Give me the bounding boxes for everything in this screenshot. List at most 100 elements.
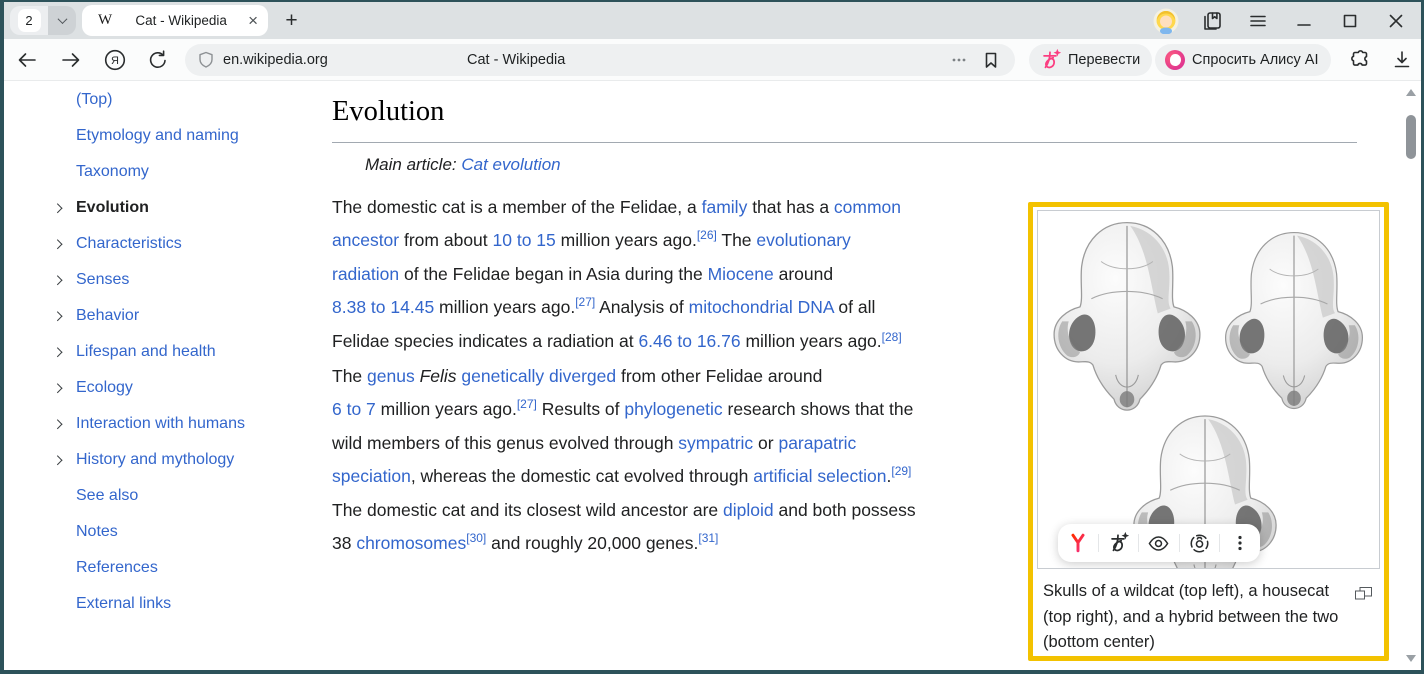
scrollbar-thumb[interactable]: [1406, 115, 1416, 159]
back-arrow-icon[interactable]: [12, 45, 42, 75]
toc-link[interactable]: History and mythology: [76, 451, 234, 469]
wiki-link[interactable]: speciation: [332, 466, 411, 486]
toc-item-behavior[interactable]: Behavior: [52, 298, 312, 334]
reference-link[interactable]: [29]: [891, 464, 911, 478]
enlarge-icon[interactable]: [1355, 583, 1372, 609]
translate-button[interactable]: Перевести: [1029, 44, 1152, 76]
scrollbar[interactable]: [1403, 81, 1420, 670]
toc-item-lifespan-and-health[interactable]: Lifespan and health: [52, 334, 312, 370]
wiki-link[interactable]: evolutionary: [756, 230, 850, 250]
toc-link[interactable]: Ecology: [76, 379, 133, 397]
chevron-right-icon[interactable]: [52, 457, 76, 464]
toc-item-history-and-mythology[interactable]: History and mythology: [52, 442, 312, 478]
toc-link[interactable]: Behavior: [76, 307, 139, 325]
new-tab-button[interactable]: +: [276, 5, 307, 36]
toc-link[interactable]: (Top): [76, 91, 112, 109]
ask-alice-button[interactable]: Спросить Алису AI: [1155, 44, 1331, 76]
wiki-link[interactable]: radiation: [332, 264, 399, 284]
toc-item-ecology[interactable]: Ecology: [52, 370, 312, 406]
skulls-image[interactable]: [1037, 210, 1380, 569]
translate-image-icon[interactable]: [1105, 530, 1131, 556]
refresh-icon[interactable]: [143, 45, 173, 75]
toc-item-characteristics[interactable]: Characteristics: [52, 226, 312, 262]
wiki-link[interactable]: sympatric: [678, 433, 753, 453]
chevron-right-icon[interactable]: [52, 385, 76, 392]
toc-list: (Top) Etymology and naming Taxonomy Evoluti…: [52, 82, 312, 622]
toc-item-references[interactable]: References: [52, 550, 312, 586]
panels-icon[interactable]: [1199, 8, 1225, 34]
yandex-logo-icon[interactable]: Я: [100, 45, 130, 75]
toc-link[interactable]: Taxonomy: [76, 163, 149, 181]
chevron-down-icon[interactable]: [48, 6, 76, 35]
image-search-icon[interactable]: [1187, 530, 1213, 556]
chevron-right-icon[interactable]: [52, 205, 76, 212]
wiki-link[interactable]: phylogenetic: [624, 399, 722, 419]
chevron-right-icon[interactable]: [52, 277, 76, 284]
bookmark-icon[interactable]: [981, 50, 1001, 70]
toc-item-senses[interactable]: Senses: [52, 262, 312, 298]
reference-link[interactable]: [27]: [575, 295, 595, 309]
toc-link[interactable]: Characteristics: [76, 235, 182, 253]
kebab-menu-icon[interactable]: [1227, 530, 1253, 556]
more-icon[interactable]: [949, 50, 969, 70]
toc-link[interactable]: Etymology and naming: [76, 127, 239, 145]
reference-link[interactable]: [28]: [882, 330, 902, 344]
wiki-link[interactable]: common: [834, 197, 901, 217]
toc-item-see-also[interactable]: See also: [52, 478, 312, 514]
toc-link[interactable]: Notes: [76, 523, 118, 541]
wiki-link[interactable]: chromosomes: [356, 533, 466, 553]
chevron-right-icon[interactable]: [52, 241, 76, 248]
extensions-puzzle-icon[interactable]: [1344, 45, 1374, 75]
toc-link[interactable]: Evolution: [76, 199, 149, 217]
close-icon[interactable]: [1383, 8, 1409, 34]
toc-link[interactable]: Senses: [76, 271, 129, 289]
scroll-down-icon[interactable]: [1406, 655, 1416, 662]
yandex-logo-icon[interactable]: [1065, 530, 1091, 556]
wiki-link[interactable]: mitochondrial DNA: [689, 297, 834, 317]
reference-link[interactable]: [31]: [698, 531, 718, 545]
toc-item-notes[interactable]: Notes: [52, 514, 312, 550]
wiki-link[interactable]: 10 to 15: [493, 230, 556, 250]
downloads-icon[interactable]: [1387, 45, 1417, 75]
toc-item-etymology-and-naming[interactable]: Etymology and naming: [52, 118, 312, 154]
eye-icon[interactable]: [1146, 530, 1172, 556]
toc-link[interactable]: Lifespan and health: [76, 343, 216, 361]
wiki-link[interactable]: genus: [367, 366, 415, 386]
toc-item-evolution[interactable]: Evolution: [52, 190, 312, 226]
alice-avatar[interactable]: [1153, 8, 1179, 34]
wiki-link[interactable]: Miocene: [708, 264, 774, 284]
reference-link[interactable]: [30]: [466, 531, 486, 545]
minimize-icon[interactable]: [1291, 8, 1317, 34]
chevron-right-icon[interactable]: [52, 313, 76, 320]
forward-arrow-icon[interactable]: [56, 45, 86, 75]
wiki-link[interactable]: 6 to 7: [332, 399, 376, 419]
wiki-link[interactable]: artificial selection: [753, 466, 886, 486]
wiki-link[interactable]: ancestor: [332, 230, 399, 250]
toc-link[interactable]: References: [76, 559, 158, 577]
tab-counter-button[interactable]: 2: [10, 6, 76, 35]
close-icon[interactable]: ×: [248, 12, 258, 29]
toc-link[interactable]: Interaction with humans: [76, 415, 245, 433]
toc-item-external-links[interactable]: External links: [52, 586, 312, 622]
address-bar[interactable]: en.wikipedia.org Cat - Wikipedia: [185, 44, 1015, 76]
wiki-link[interactable]: genetically diverged: [461, 366, 616, 386]
toc-link[interactable]: See also: [76, 487, 138, 505]
hatnote-link[interactable]: Cat evolution: [461, 155, 560, 174]
maximize-icon[interactable]: [1337, 8, 1363, 34]
wiki-link[interactable]: parapatric: [778, 433, 856, 453]
chevron-right-icon[interactable]: [52, 349, 76, 356]
toc-item-top[interactable]: (Top): [52, 82, 312, 118]
reference-link[interactable]: [27]: [517, 397, 537, 411]
reference-link[interactable]: [26]: [697, 228, 717, 242]
chevron-right-icon[interactable]: [52, 421, 76, 428]
wiki-link[interactable]: diploid: [723, 500, 774, 520]
hamburger-menu-icon[interactable]: [1245, 8, 1271, 34]
tab-cat-wikipedia[interactable]: W Cat - Wikipedia ×: [82, 5, 268, 36]
toc-item-interaction-with-humans[interactable]: Interaction with humans: [52, 406, 312, 442]
wiki-link[interactable]: 8.38 to 14.45: [332, 297, 434, 317]
toc-link[interactable]: External links: [76, 595, 171, 613]
toc-item-taxonomy[interactable]: Taxonomy: [52, 154, 312, 190]
scroll-up-icon[interactable]: [1406, 89, 1416, 96]
wiki-link[interactable]: family: [702, 197, 748, 217]
wiki-link[interactable]: 6.46 to 16.76: [638, 331, 740, 351]
